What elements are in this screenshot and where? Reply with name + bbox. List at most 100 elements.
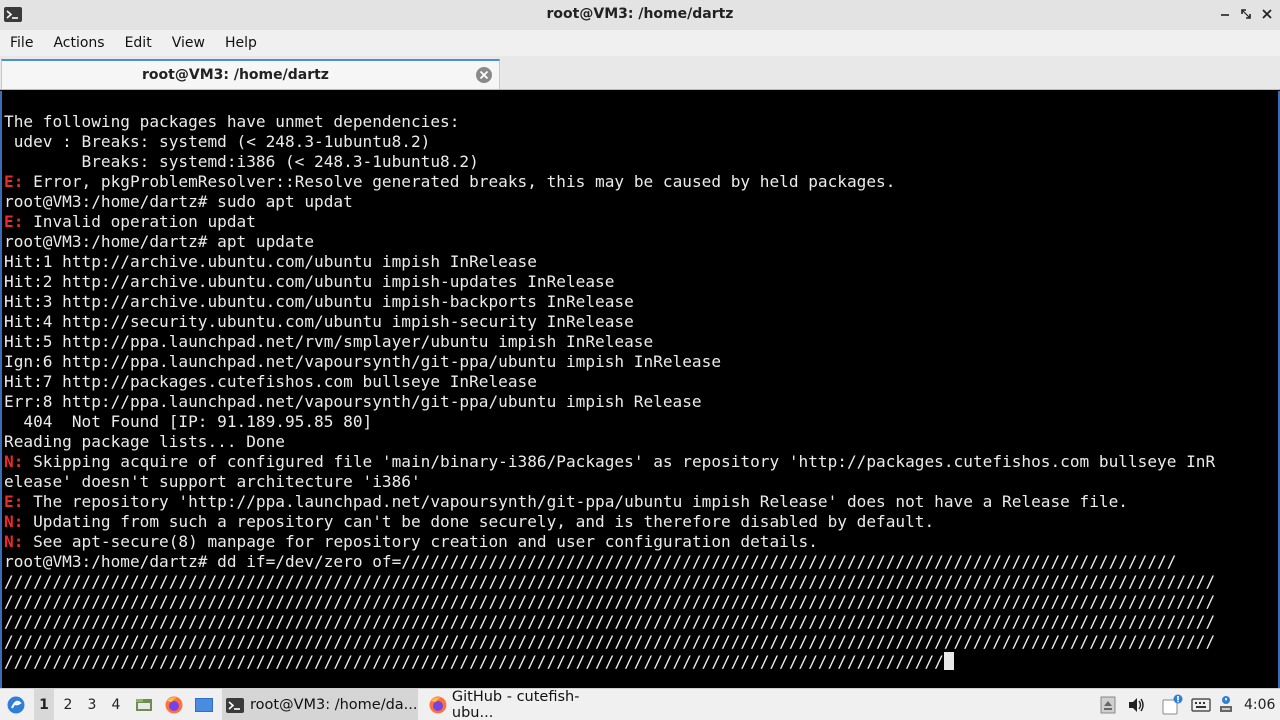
firefox-icon: [429, 696, 447, 714]
terminal-line-text: ////////////////////////////////////////…: [4, 612, 1216, 631]
terminal-line: ////////////////////////////////////////…: [4, 572, 1215, 592]
menu-view[interactable]: View: [162, 30, 215, 56]
file-manager-icon[interactable]: [134, 689, 154, 720]
terminal-line: ////////////////////////////////////////…: [4, 652, 954, 672]
menu-edit[interactable]: Edit: [115, 30, 162, 56]
terminal-line: Ign:6 http://ppa.launchpad.net/vapoursyn…: [4, 352, 721, 372]
terminal-line-text: Hit:4 http://security.ubuntu.com/ubuntu …: [4, 312, 634, 331]
terminal-line: Breaks: systemd:i386 (< 248.3-1ubuntu8.2…: [4, 152, 479, 172]
terminal-line: udev : Breaks: systemd (< 248.3-1ubuntu8…: [4, 132, 431, 152]
task-terminal[interactable]: root@VM3: /home/da...: [222, 689, 418, 720]
terminal-line-text: Updating from such a repository can't be…: [23, 512, 935, 531]
terminal-line-text: udev : Breaks: systemd (< 248.3-1ubuntu8…: [4, 132, 431, 151]
terminal-line-text: Hit:1 http://archive.ubuntu.com/ubuntu i…: [4, 252, 537, 271]
terminal-line-text: Reading package lists... Done: [4, 432, 285, 451]
clock[interactable]: 4:06: [1244, 689, 1275, 720]
firefox-launcher-icon[interactable]: [164, 689, 184, 720]
terminal-line: Hit:3 http://archive.ubuntu.com/ubuntu i…: [4, 292, 634, 312]
window-titlebar[interactable]: root@VM3: /home/dartz: [0, 0, 1280, 30]
terminal-line-text: Invalid operation updat: [23, 212, 256, 231]
terminal-line-prefix: N:: [4, 512, 24, 531]
terminal-line: elease' doesn't support architecture 'i3…: [4, 472, 421, 492]
terminal-line: N: Skipping acquire of configured file '…: [4, 452, 1215, 472]
terminal-line-text: root@VM3:/home/dartz# apt update: [4, 232, 315, 251]
terminal-line-text: See apt-secure(8) manpage for repository…: [23, 532, 818, 551]
terminal-cursor: [943, 652, 954, 670]
tab-terminal[interactable]: root@VM3: /home/dartz: [1, 59, 500, 89]
terminal-line-prefix: E:: [4, 492, 24, 511]
terminal-line: ////////////////////////////////////////…: [4, 612, 1215, 632]
terminal-icon: [226, 697, 244, 713]
terminal-line-text: elease' doesn't support architecture 'i3…: [4, 472, 421, 491]
volume-icon[interactable]: [1126, 689, 1146, 720]
menu-file[interactable]: File: [0, 30, 43, 56]
terminal-line-text: ////////////////////////////////////////…: [4, 652, 944, 671]
minimize-icon[interactable]: [1217, 6, 1233, 22]
terminal-line: Err:8 http://ppa.launchpad.net/vapoursyn…: [4, 392, 702, 412]
menu-help[interactable]: Help: [215, 30, 267, 56]
terminal-line-prefix: N:: [4, 452, 24, 471]
tab-label: root@VM3: /home/dartz: [142, 67, 329, 83]
terminal-line: 404 Not Found [IP: 91.189.95.85 80]: [4, 412, 372, 432]
terminal-line: N: See apt-secure(8) manpage for reposit…: [4, 532, 818, 552]
taskbar: 1 2 3 4 root@VM3: /home/da... GitHub - c…: [0, 688, 1280, 720]
terminal-line: root@VM3:/home/dartz# dd if=/dev/zero of…: [4, 552, 1176, 572]
terminal-line: N: Updating from such a repository can't…: [4, 512, 934, 532]
menu-actions[interactable]: Actions: [43, 30, 114, 56]
terminal-line-text: The repository 'http://ppa.launchpad.net…: [23, 492, 1128, 511]
close-icon[interactable]: [1259, 6, 1275, 22]
tray-eject-icon[interactable]: [1098, 689, 1118, 720]
terminal-line: E: Invalid operation updat: [4, 212, 256, 232]
terminal-line-text: Skipping acquire of configured file 'mai…: [23, 452, 1216, 471]
terminal-line-text: root@VM3:/home/dartz# dd if=/dev/zero of…: [4, 552, 1177, 571]
terminal-line: Hit:2 http://archive.ubuntu.com/ubuntu i…: [4, 272, 614, 292]
terminal-line: E: The repository 'http://ppa.launchpad.…: [4, 492, 1128, 512]
terminal-line-text: ////////////////////////////////////////…: [4, 632, 1216, 651]
app-menu-icon[interactable]: [4, 689, 28, 720]
workspace-3[interactable]: 3: [82, 689, 102, 720]
network-icon[interactable]: [1216, 689, 1236, 720]
keyboard-tray-icon[interactable]: [1190, 689, 1212, 720]
terminal-line-text: root@VM3:/home/dartz# sudo apt updat: [4, 192, 353, 211]
terminal-line-text: Ign:6 http://ppa.launchpad.net/vapoursyn…: [4, 352, 722, 371]
desktop-icon[interactable]: [194, 689, 214, 720]
terminal-line-text: ////////////////////////////////////////…: [4, 572, 1216, 591]
terminal-line-text: The following packages have unmet depend…: [4, 112, 460, 131]
terminal-line-text: Hit:5 http://ppa.launchpad.net/rvm/smpla…: [4, 332, 654, 351]
terminal-line-prefix: E:: [4, 172, 24, 191]
task-label: root@VM3: /home/da...: [250, 697, 418, 713]
terminal-line: Hit:7 http://packages.cutefishos.com bul…: [4, 372, 537, 392]
terminal-output[interactable]: The following packages have unmet depend…: [0, 91, 1280, 688]
terminal-line-text: Hit:7 http://packages.cutefishos.com bul…: [4, 372, 537, 391]
terminal-line: Reading package lists... Done: [4, 432, 285, 452]
terminal-line: E: Error, pkgProblemResolver::Resolve ge…: [4, 172, 895, 192]
workspace-2[interactable]: 2: [58, 689, 78, 720]
terminal-line: Hit:5 http://ppa.launchpad.net/rvm/smpla…: [4, 332, 653, 352]
tab-bar: root@VM3: /home/dartz: [0, 56, 1280, 90]
workspace-1[interactable]: 1: [34, 689, 54, 720]
terminal-line-text: Err:8 http://ppa.launchpad.net/vapoursyn…: [4, 392, 702, 411]
terminal-line: root@VM3:/home/dartz# sudo apt updat: [4, 192, 353, 212]
workspace-4[interactable]: 4: [106, 689, 126, 720]
terminal-line-prefix: N:: [4, 532, 24, 551]
update-notifier-icon[interactable]: [1160, 689, 1186, 720]
terminal-line-text: 404 Not Found [IP: 91.189.95.85 80]: [4, 412, 373, 431]
terminal-line: Hit:4 http://security.ubuntu.com/ubuntu …: [4, 312, 634, 332]
terminal-line: ////////////////////////////////////////…: [4, 592, 1215, 612]
task-firefox[interactable]: GitHub - cutefish-ubu...: [424, 689, 620, 720]
menu-bar: File Actions Edit View Help: [0, 30, 1280, 56]
terminal-line-text: Breaks: systemd:i386 (< 248.3-1ubuntu8.2…: [4, 152, 479, 171]
terminal-line: Hit:1 http://archive.ubuntu.com/ubuntu i…: [4, 252, 537, 272]
window-title: root@VM3: /home/dartz: [546, 6, 734, 22]
terminal-line-prefix: E:: [4, 212, 24, 231]
maximize-icon[interactable]: [1238, 6, 1254, 22]
task-label: GitHub - cutefish-ubu...: [451, 689, 580, 720]
terminal-line: root@VM3:/home/dartz# apt update: [4, 232, 314, 252]
terminal-line-text: ////////////////////////////////////////…: [4, 592, 1216, 611]
terminal-line: The following packages have unmet depend…: [4, 112, 459, 132]
terminal-line: ////////////////////////////////////////…: [4, 632, 1215, 652]
tab-close-icon[interactable]: [475, 66, 493, 84]
terminal-line-text: Hit:3 http://archive.ubuntu.com/ubuntu i…: [4, 292, 634, 311]
terminal-line-text: Hit:2 http://archive.ubuntu.com/ubuntu i…: [4, 272, 615, 291]
terminal-line-text: Error, pkgProblemResolver::Resolve gener…: [23, 172, 896, 191]
